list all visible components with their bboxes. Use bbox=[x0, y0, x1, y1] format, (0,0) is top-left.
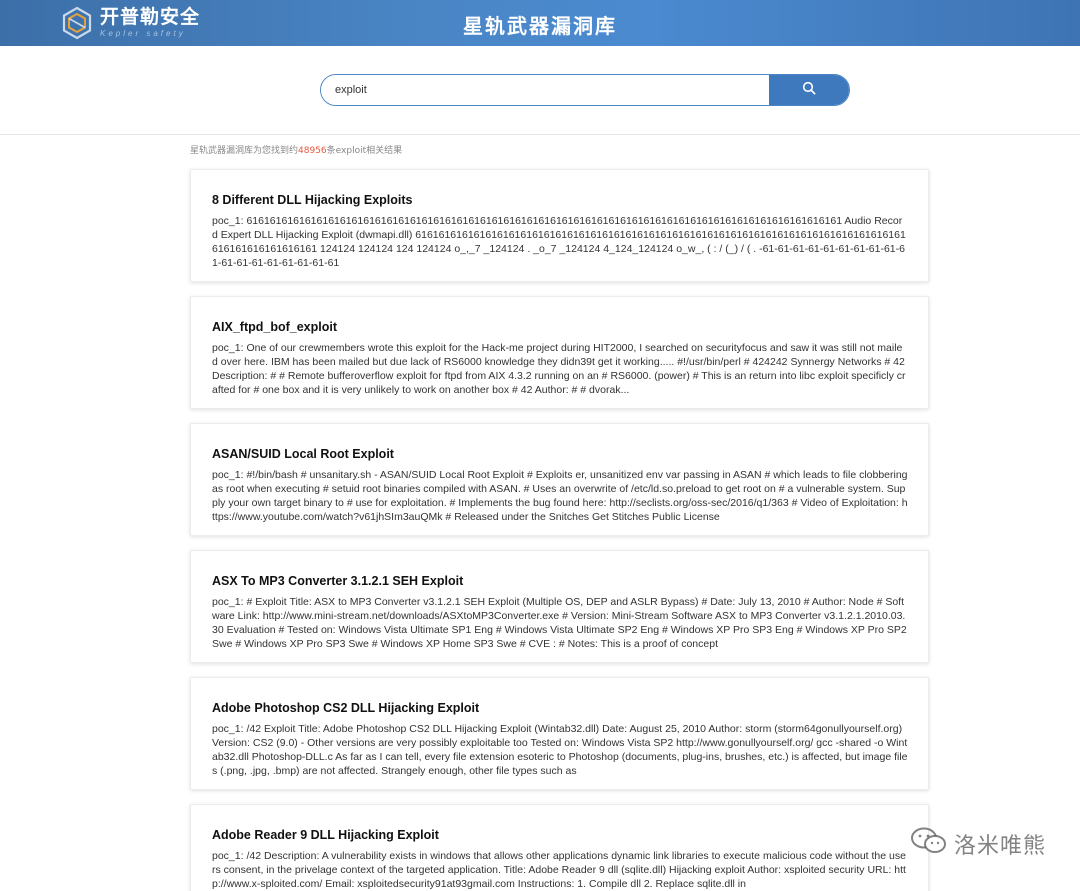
top-header-bar: 开普勒安全 Kepler safety 星轨武器漏洞库 bbox=[0, 0, 1080, 46]
result-card[interactable]: 8 Different DLL Hijacking Exploits poc_1… bbox=[190, 169, 929, 282]
results-list: 8 Different DLL Hijacking Exploits poc_1… bbox=[190, 169, 929, 891]
result-card[interactable]: Adobe Reader 9 DLL Hijacking Exploit poc… bbox=[190, 804, 929, 891]
summary-suffix: 条exploit相关结果 bbox=[326, 146, 403, 156]
search-section bbox=[0, 46, 1080, 135]
result-snippet: poc_1: One of our crewmembers wrote this… bbox=[212, 342, 906, 396]
result-snippet: poc_1: # Exploit Title: ASX to MP3 Conve… bbox=[212, 596, 907, 650]
result-count-summary: 星轨武器漏洞库为您找到约48956条exploit相关结果 bbox=[190, 143, 402, 156]
result-card[interactable]: ASX To MP3 Converter 3.1.2.1 SEH Exploit… bbox=[190, 550, 929, 663]
result-title[interactable]: AIX_ftpd_bof_exploit bbox=[212, 319, 908, 335]
result-card[interactable]: ASAN/SUID Local Root Exploit poc_1: #!/b… bbox=[190, 423, 929, 536]
watermark: 洛米唯熊 bbox=[910, 826, 1046, 861]
wechat-icon bbox=[910, 826, 948, 861]
search-button[interactable] bbox=[769, 75, 849, 105]
result-title[interactable]: ASAN/SUID Local Root Exploit bbox=[212, 446, 908, 462]
result-card[interactable]: AIX_ftpd_bof_exploit poc_1: One of our c… bbox=[190, 296, 929, 409]
search-icon bbox=[802, 81, 816, 100]
summary-prefix: 星轨武器漏洞库为您找到约 bbox=[190, 146, 299, 156]
page-title: 星轨武器漏洞库 bbox=[463, 14, 617, 38]
result-title[interactable]: Adobe Photoshop CS2 DLL Hijacking Exploi… bbox=[212, 700, 908, 716]
result-snippet: poc_1: #!/bin/bash # unsanitary.sh - ASA… bbox=[212, 469, 908, 523]
result-count: 48956 bbox=[298, 146, 327, 156]
search-bar bbox=[320, 74, 850, 106]
result-snippet: poc_1: 616161616161616161616161616161616… bbox=[212, 215, 906, 269]
result-snippet: poc_1: /42 Exploit Title: Adobe Photosho… bbox=[212, 723, 908, 777]
result-title[interactable]: 8 Different DLL Hijacking Exploits bbox=[212, 192, 908, 208]
search-input[interactable] bbox=[321, 75, 769, 105]
result-card[interactable]: Adobe Photoshop CS2 DLL Hijacking Exploi… bbox=[190, 677, 929, 790]
result-title[interactable]: Adobe Reader 9 DLL Hijacking Exploit bbox=[212, 827, 908, 843]
result-title[interactable]: ASX To MP3 Converter 3.1.2.1 SEH Exploit bbox=[212, 573, 908, 589]
watermark-text: 洛米唯熊 bbox=[953, 833, 1046, 859]
result-snippet: poc_1: /42 Description: A vulnerability … bbox=[212, 850, 906, 890]
